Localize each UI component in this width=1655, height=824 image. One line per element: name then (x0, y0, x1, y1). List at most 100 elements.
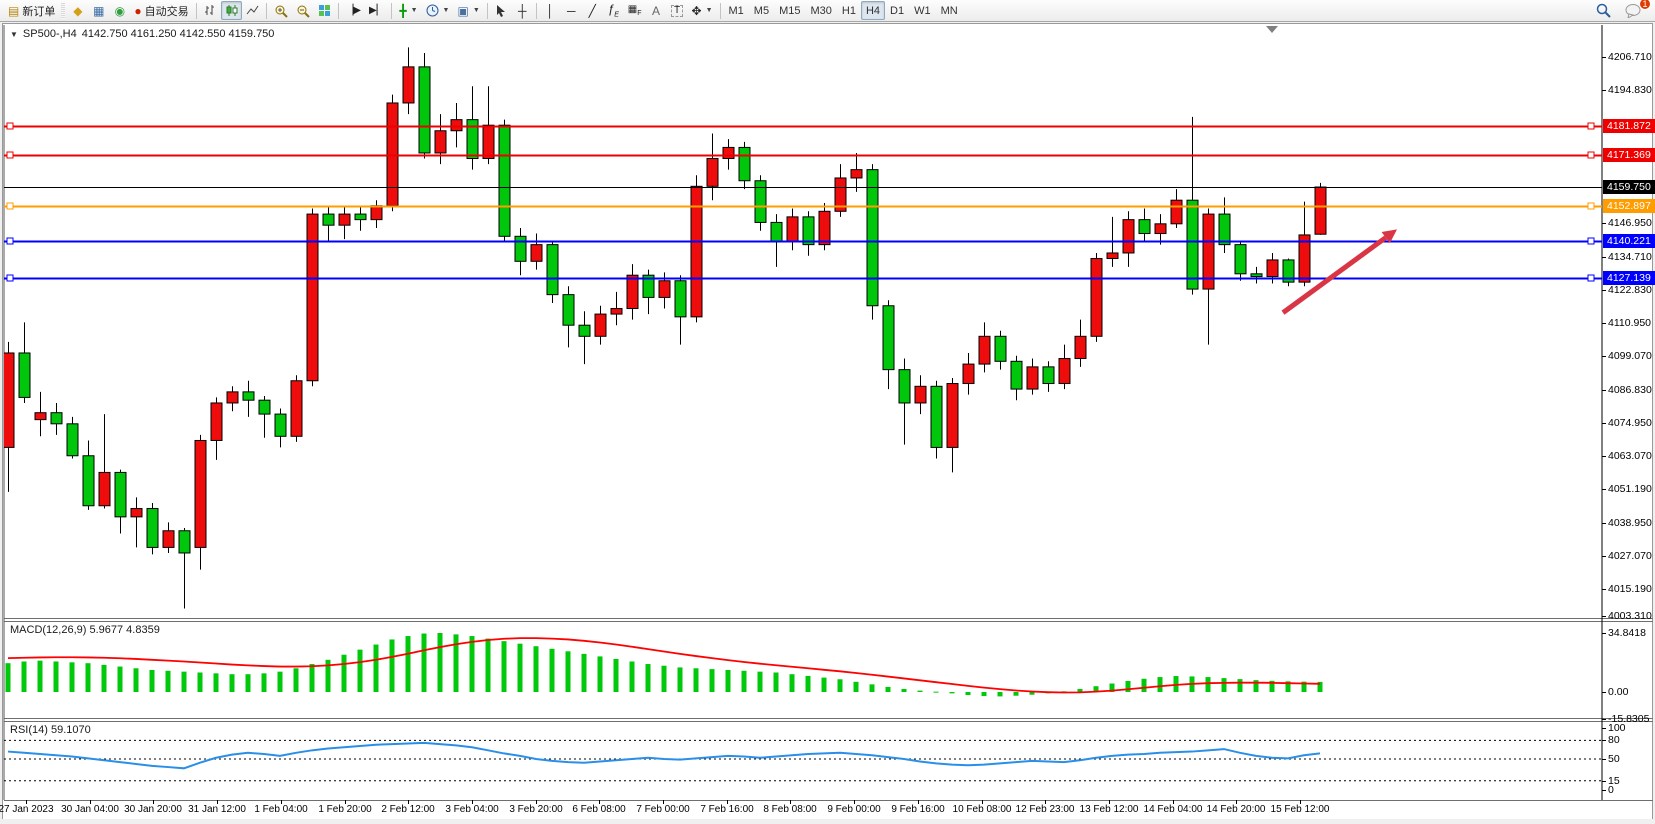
vertical-line-tool[interactable]: │ (540, 1, 561, 20)
price-tick-label: 4015.190 (1608, 583, 1652, 595)
toolbar-separator (338, 3, 339, 19)
timeframe-button-D1[interactable]: D1 (885, 1, 909, 20)
text-tool-icon: A (652, 5, 660, 17)
signals-button[interactable]: ◉ (109, 1, 130, 20)
window-bottom-strip (0, 819, 1655, 824)
time-axis-label: 14 Feb 20:00 (1207, 804, 1266, 815)
price-tick-mark (1602, 589, 1606, 590)
panel-separator[interactable] (4, 618, 1653, 619)
rsi-tick-label: 50 (1608, 754, 1620, 765)
candlestick-chart-button[interactable] (221, 1, 242, 20)
crosshair-icon: ┼ (518, 5, 527, 17)
new-order-button[interactable]: ▤ 新订单 (4, 1, 59, 20)
price-tick-label: 4063.070 (1608, 450, 1652, 462)
autotrading-button[interactable]: ● 自动交易 (130, 1, 192, 20)
macd-tick-label: 0.00 (1608, 687, 1628, 698)
chart-title: ▼ SP500-,H4 4142.750 4161.250 4142.550 4… (10, 28, 274, 40)
toolbar-right-group: 1 (1592, 1, 1651, 20)
channel-tool[interactable]: ▦F (624, 1, 646, 20)
bar-chart-button[interactable] (200, 1, 221, 20)
line-chart-button[interactable] (242, 1, 263, 20)
time-axis-label: 31 Jan 12:00 (188, 804, 246, 815)
fibonacci-tool[interactable]: ƒE (603, 1, 624, 20)
toolbar-separator (720, 3, 721, 19)
price-tick-mark (1602, 323, 1606, 324)
terminal-icon: ▦ (93, 5, 104, 17)
text-label-icon: T (671, 5, 683, 17)
current-price-badge: 4159.750 (1603, 180, 1655, 194)
horizontal-line-tool[interactable]: ─ (561, 1, 582, 20)
time-axis-label: 15 Feb 12:00 (1271, 804, 1330, 815)
time-axis-label: 9 Feb 00:00 (827, 804, 880, 815)
arrows-tool[interactable]: ✥▼ (688, 1, 717, 20)
cursor-tool-button[interactable] (491, 1, 512, 20)
price-tick-label: 4074.950 (1608, 417, 1652, 429)
tile-windows-icon (318, 4, 331, 17)
trendline-tool[interactable]: ╱ (582, 1, 603, 20)
time-axis-label: 30 Jan 20:00 (124, 804, 182, 815)
toolbar-separator (536, 3, 537, 19)
panel-separator[interactable] (4, 621, 1653, 622)
panel-separator[interactable] (4, 721, 1653, 722)
zoom-in-button[interactable] (270, 1, 292, 20)
time-axis-border (4, 800, 1653, 801)
signals-icon: ◉ (115, 5, 125, 17)
timeframe-button-M5[interactable]: M5 (749, 1, 774, 20)
chevron-down-icon: ▼ (443, 7, 450, 14)
cursor-icon (495, 4, 507, 17)
time-axis-label: 14 Feb 04:00 (1144, 804, 1203, 815)
auto-scroll-button[interactable]: ▕▶ (342, 1, 365, 20)
templates-button[interactable]: ▣▼ (453, 1, 483, 20)
price-tick-label: 4146.950 (1608, 217, 1652, 229)
templates-icon: ▣ (457, 5, 468, 17)
zoom-out-button[interactable] (292, 1, 314, 20)
price-tick-label: 4099.070 (1608, 350, 1652, 362)
text-label-tool[interactable]: T (667, 1, 688, 20)
horizontal-line-icon: ─ (567, 5, 576, 17)
periods-button[interactable]: ▼ (422, 1, 454, 20)
time-axis-label: 8 Feb 08:00 (763, 804, 816, 815)
price-tick-mark (1602, 290, 1606, 291)
timeframe-button-M1[interactable]: M1 (724, 1, 749, 20)
price-tick-label: 4110.950 (1608, 317, 1651, 329)
rsi-tick-label: 80 (1608, 735, 1620, 746)
time-axis-label: 6 Feb 08:00 (572, 804, 625, 815)
market-watch-button[interactable]: ◆ (67, 1, 88, 20)
text-tool[interactable]: A (646, 1, 667, 20)
time-axis-label: 30 Jan 04:00 (61, 804, 119, 815)
chart-window[interactable] (2, 23, 1653, 820)
price-tick-label: 4206.710 (1608, 51, 1652, 63)
chat-button[interactable]: 1 (1621, 1, 1645, 20)
add-indicator-icon: ╋ (399, 5, 406, 17)
level-price-badge: 4171.369 (1603, 148, 1655, 162)
timeframe-button-M15[interactable]: M15 (774, 1, 805, 20)
timeframe-button-H1[interactable]: H1 (837, 1, 861, 20)
time-axis-label: 9 Feb 16:00 (891, 804, 944, 815)
time-axis-label: 1 Feb 20:00 (318, 804, 371, 815)
add-indicator-button[interactable]: ╋▼ (395, 1, 421, 20)
time-axis-label: 2 Feb 12:00 (381, 804, 434, 815)
rsi-tick-mark (1602, 759, 1606, 760)
toolbar-grip (61, 3, 65, 19)
chart-shift-button[interactable]: ▶▏ (365, 1, 388, 20)
terminal-button[interactable]: ▦ (88, 1, 109, 20)
toolbar-separator (391, 3, 392, 19)
price-tick-mark (1602, 223, 1606, 224)
timeframe-button-W1[interactable]: W1 (909, 1, 936, 20)
fibonacci-icon: ƒE (608, 3, 619, 18)
symbol-dropdown-icon[interactable]: ▼ (10, 30, 18, 39)
chevron-down-icon: ▼ (706, 7, 713, 14)
price-tick-label: 4086.830 (1608, 384, 1652, 396)
timeframe-button-M30[interactable]: M30 (805, 1, 836, 20)
timeframe-button-H4[interactable]: H4 (861, 1, 885, 20)
time-axis-label: 10 Feb 08:00 (953, 804, 1012, 815)
panel-separator[interactable] (4, 718, 1653, 719)
search-button[interactable] (1592, 1, 1615, 20)
timeframe-button-MN[interactable]: MN (936, 1, 963, 20)
new-order-label: 新订单 (22, 3, 55, 19)
crosshair-tool-button[interactable]: ┼ (512, 1, 533, 20)
tile-windows-button[interactable] (314, 1, 335, 20)
price-tick-label: 4051.190 (1608, 483, 1652, 495)
line-chart-icon (246, 4, 259, 17)
time-axis-label: 7 Feb 00:00 (636, 804, 689, 815)
